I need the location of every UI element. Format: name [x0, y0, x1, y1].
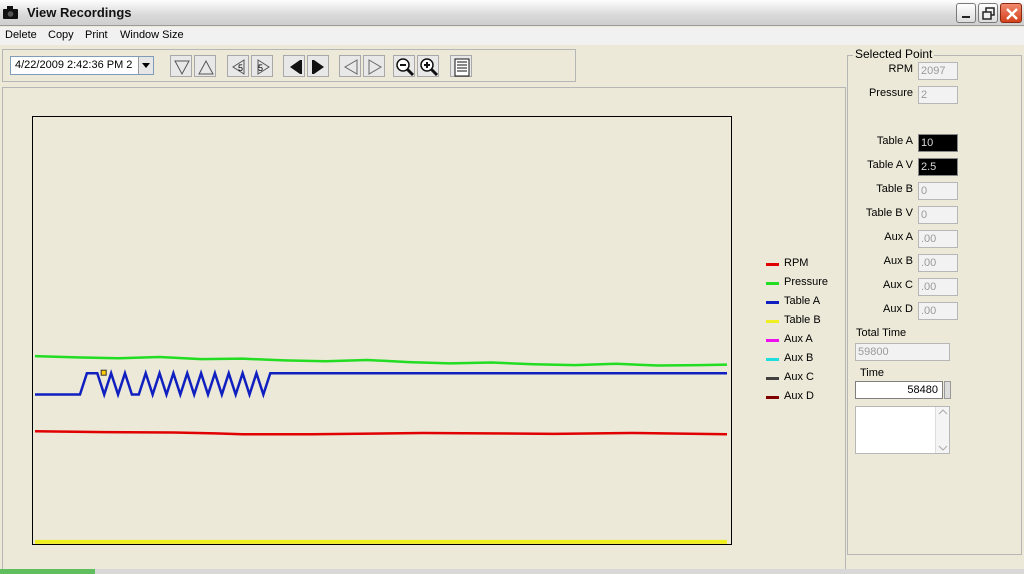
table-b-v-label: Table B V	[865, 207, 913, 219]
legend-swatch	[766, 263, 779, 266]
menu-window-size[interactable]: Window Size	[120, 29, 184, 41]
chevron-down-icon	[138, 57, 153, 74]
series-line-pressure	[34, 354, 728, 367]
step-forward-5-button[interactable]: 5	[251, 55, 273, 77]
menu-print[interactable]: Print	[85, 29, 108, 41]
aux-d-field[interactable]: .00	[918, 302, 958, 320]
table-b-field[interactable]: 0	[918, 182, 958, 200]
restore-button[interactable]	[978, 3, 998, 23]
time-field[interactable]: 58480	[855, 381, 943, 399]
next-button[interactable]	[363, 55, 385, 77]
svg-text:5: 5	[238, 63, 243, 73]
legend-swatch	[766, 320, 779, 323]
pressure-field[interactable]: 2	[918, 86, 958, 104]
toolbar: 4/22/2009 2:42:36 PM 2 5 5	[2, 49, 576, 82]
legend-label: Table A	[784, 295, 821, 307]
selected-point-marker[interactable]	[100, 369, 107, 376]
aux-c-field[interactable]: .00	[918, 278, 958, 296]
legend-swatch	[766, 301, 779, 304]
legend-swatch	[766, 282, 779, 285]
table-a-field[interactable]: 10	[918, 134, 958, 152]
selected-point-title: Selected Point	[853, 47, 935, 61]
table-a-v-field[interactable]: 2.5	[918, 158, 958, 176]
restore-icon	[982, 7, 995, 20]
notes-listbox[interactable]	[855, 406, 950, 454]
legend-label: Aux C	[784, 371, 814, 383]
aux-b-field[interactable]: .00	[918, 254, 958, 272]
legend-label: RPM	[784, 257, 809, 269]
plot-area[interactable]	[32, 116, 732, 545]
series-line-rpm	[34, 430, 728, 436]
report-button[interactable]	[450, 55, 472, 77]
previous-button[interactable]	[339, 55, 361, 77]
minimize-icon	[962, 16, 970, 18]
triangle-down-icon	[174, 60, 190, 76]
step-back-5-icon: 5	[232, 59, 245, 75]
step-back-5-button[interactable]: 5	[227, 55, 249, 77]
title-bar: View Recordings	[0, 0, 1024, 26]
recording-date-value: 4/22/2009 2:42:36 PM 2	[15, 59, 133, 71]
legend-swatch	[766, 377, 779, 380]
legend-label: Aux A	[784, 333, 813, 345]
arrow-left-icon	[344, 59, 358, 75]
table-b-v-field[interactable]: 0	[918, 206, 958, 224]
rpm-field[interactable]: 2097	[918, 62, 958, 80]
listbox-scrollbar[interactable]	[935, 407, 949, 453]
svg-text:5: 5	[258, 63, 263, 73]
legend-swatch	[766, 339, 779, 342]
zoom-out-button[interactable]	[393, 55, 415, 77]
table-a-v-label: Table A V	[867, 159, 913, 171]
scroll-arrows-icon	[938, 409, 948, 451]
legend-swatch	[766, 358, 779, 361]
zoom-out-icon	[396, 58, 415, 77]
report-icon	[454, 58, 470, 77]
legend-swatch	[766, 396, 779, 399]
jump-end-icon	[312, 60, 324, 74]
minimize-button[interactable]	[956, 3, 976, 23]
step-forward-5-icon: 5	[257, 59, 270, 75]
total-time-label: Total Time	[856, 327, 907, 339]
legend-label: Pressure	[784, 276, 829, 288]
menu-bar: Delete Copy Print Window Size	[0, 27, 1024, 45]
table-a-label: Table A	[876, 135, 913, 147]
zoom-in-button[interactable]	[417, 55, 439, 77]
status-bar	[0, 569, 1024, 574]
jump-end-button[interactable]	[307, 55, 329, 77]
filter-up-button[interactable]	[194, 55, 216, 77]
filter-down-button[interactable]	[170, 55, 192, 77]
time-spinner[interactable]	[944, 381, 951, 399]
aux-a-field[interactable]: .00	[918, 230, 958, 248]
aux-d-label: Aux D	[883, 303, 913, 315]
aux-b-label: Aux B	[883, 255, 913, 267]
window-title: View Recordings	[27, 5, 132, 20]
legend-label: Aux B	[784, 352, 814, 364]
zoom-in-icon	[420, 58, 439, 77]
time-label: Time	[860, 367, 885, 379]
arrow-right-icon	[368, 59, 382, 75]
menu-delete[interactable]: Delete	[5, 29, 37, 41]
jump-start-button[interactable]	[283, 55, 305, 77]
jump-start-icon	[290, 60, 302, 74]
legend-label: Table B	[784, 314, 821, 326]
aux-a-label: Aux A	[884, 231, 913, 243]
recording-chart[interactable]	[33, 117, 731, 544]
rpm-label: RPM	[888, 63, 913, 75]
table-b-label: Table B	[876, 183, 913, 195]
aux-c-label: Aux C	[883, 279, 913, 291]
close-icon	[1006, 8, 1018, 20]
menu-copy[interactable]: Copy	[48, 29, 74, 41]
pressure-label: Pressure	[868, 87, 913, 99]
recording-date-select[interactable]: 4/22/2009 2:42:36 PM 2	[10, 56, 154, 75]
series-line-table-a	[35, 369, 727, 399]
camera-icon	[3, 6, 18, 19]
legend-label: Aux D	[784, 390, 814, 402]
total-time-field[interactable]: 59800	[855, 343, 950, 361]
triangle-up-icon	[198, 59, 214, 75]
close-button[interactable]	[1000, 3, 1022, 23]
status-indicator	[0, 569, 95, 574]
